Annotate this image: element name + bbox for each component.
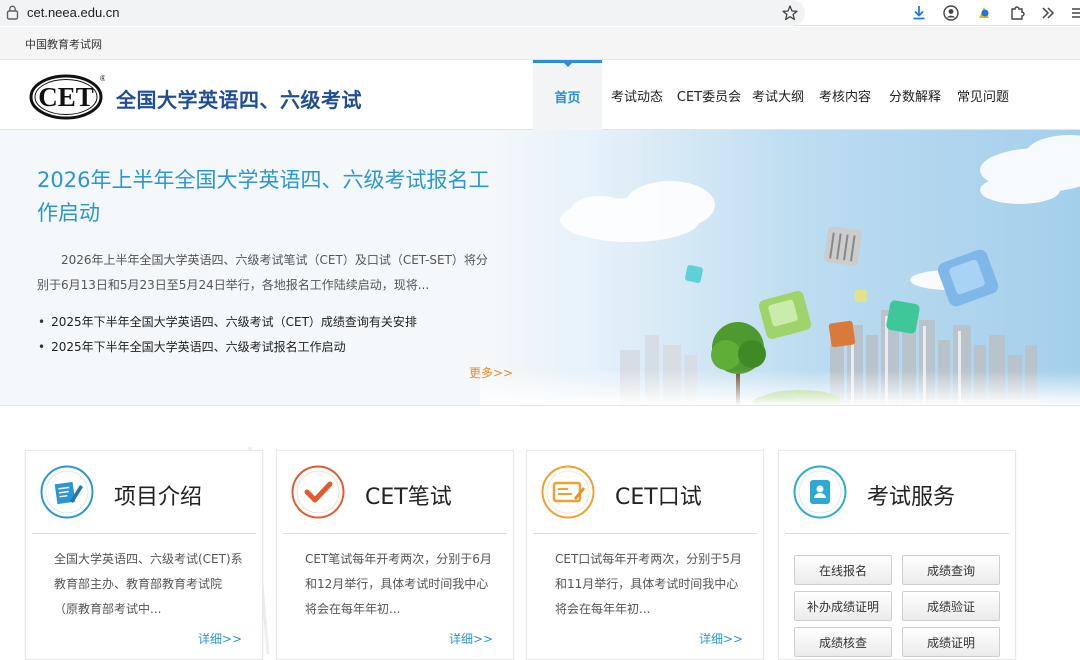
download-icon[interactable] <box>910 4 928 22</box>
site-header: CET ® 全国大学英语四、六级考试 首页 考试动态 CET委员会 考试大纲 考… <box>0 60 1080 130</box>
nav-item-score-explanation[interactable]: 分数解释 <box>880 60 950 130</box>
account-icon[interactable] <box>942 4 960 22</box>
service-buttons: 在线报名 成绩查询 补办成绩证明 成绩验证 成绩核查 成绩证明 <box>794 555 1002 657</box>
banner-illustration <box>480 135 1080 405</box>
nav-item-content[interactable]: 考核内容 <box>810 60 880 130</box>
menu-icon[interactable] <box>1070 4 1080 22</box>
card-divider <box>533 533 757 534</box>
card-project-intro: 项目介绍 全国大学英语四、六级考试(CET)系教育部主办、教育部教育考试院（原教… <box>25 450 263 660</box>
card-title: 项目介绍 <box>114 485 203 510</box>
address-bar[interactable]: cet.neea.edu.cn <box>0 0 805 26</box>
card-more-link[interactable]: 详细>> <box>198 630 242 647</box>
neea-home-link[interactable]: 中国教育考试网 <box>25 36 102 52</box>
card-title: CET口试 <box>615 485 702 510</box>
checkmark-icon <box>291 465 345 519</box>
score-certificate-button[interactable]: 成绩证明 <box>902 627 1000 657</box>
card-divider <box>32 533 256 534</box>
site-top-bar: 中国教育考试网 <box>0 27 1080 60</box>
main-nav: 首页 考试动态 CET委员会 考试大纲 考核内容 分数解释 常见问题 <box>533 60 1016 130</box>
online-registration-button[interactable]: 在线报名 <box>794 555 892 585</box>
registered-mark: ® <box>100 74 105 83</box>
browser-toolbar: cet.neea.edu.cn <box>0 0 1080 26</box>
card-more-link[interactable]: 详细>> <box>699 630 743 647</box>
chevron-right-icon[interactable] <box>1039 4 1057 22</box>
card-divider <box>283 533 507 534</box>
nav-item-syllabus[interactable]: 考试大纲 <box>746 60 810 130</box>
puzzle-icon[interactable] <box>1008 4 1026 22</box>
card-title: 考试服务 <box>867 485 956 510</box>
card-oral-test: CET口试 CET口试每年开考两次，分别于5月和11月举行，具体考试时间我中心将… <box>526 450 764 660</box>
card-exam-services: 考试服务 在线报名 成绩查询 补办成绩证明 成绩验证 成绩核查 成绩证明 <box>778 450 1016 660</box>
card-more-link[interactable]: 详细>> <box>449 630 493 647</box>
nav-item-exam-news[interactable]: 考试动态 <box>602 60 672 130</box>
news-item[interactable]: 2025年下半年全国大学英语四、六级考试报名工作启动 <box>38 335 417 360</box>
score-query-button[interactable]: 成绩查询 <box>902 555 1000 585</box>
card-text: CET笔试每年开考两次，分别于6月和12月举行，具体考试时间我中心将会在每年年初… <box>305 552 492 616</box>
speaking-board-icon <box>541 465 595 519</box>
reissue-certificate-button[interactable]: 补办成绩证明 <box>794 591 892 621</box>
more-news-link[interactable]: 更多>> <box>469 364 513 381</box>
extension-pin-icon[interactable] <box>975 4 993 22</box>
nav-item-home[interactable]: 首页 <box>533 60 602 130</box>
score-review-button[interactable]: 成绩核查 <box>794 627 892 657</box>
url-text[interactable]: cet.neea.edu.cn <box>27 4 120 22</box>
site-title: 全国大学英语四、六级考试 <box>116 88 362 112</box>
logo-text: CET <box>38 82 94 112</box>
headline-summary: 2026年上半年全国大学英语四、六级考试笔试（CET）及口试（CET-SET）将… <box>37 253 488 292</box>
id-card-icon <box>793 465 847 519</box>
card-title: CET笔试 <box>365 485 452 510</box>
cet-logo[interactable]: CET ® <box>29 72 105 120</box>
card-text: CET口试每年开考两次，分别于5月和11月举行，具体考试时间我中心将会在每年年初… <box>555 552 742 616</box>
nav-item-faq[interactable]: 常见问题 <box>950 60 1016 130</box>
card-divider <box>785 533 1009 534</box>
hero-banner: 2026年上半年全国大学英语四、六级考试报名工作启动 2026年上半年全国大学英… <box>0 130 1080 406</box>
card-text: 全国大学英语四、六级考试(CET)系教育部主办、教育部教育考试院（原教育部考试中… <box>54 552 243 616</box>
nav-item-cet-committee[interactable]: CET委员会 <box>672 60 746 130</box>
lock-icon[interactable] <box>6 5 19 20</box>
score-verification-button[interactable]: 成绩验证 <box>902 591 1000 621</box>
card-written-test: CET笔试 CET笔试每年开考两次，分别于6月和12月举行，具体考试时间我中心将… <box>276 450 514 660</box>
news-item[interactable]: 2025年下半年全国大学英语四、六级考试（CET）成绩查询有关安排 <box>38 310 417 335</box>
headline-link[interactable]: 2026年上半年全国大学英语四、六级考试报名工作启动 <box>37 164 497 230</box>
news-list: 2025年下半年全国大学英语四、六级考试（CET）成绩查询有关安排 2025年下… <box>38 310 417 360</box>
document-pen-icon <box>40 465 94 519</box>
star-icon[interactable] <box>781 4 799 22</box>
